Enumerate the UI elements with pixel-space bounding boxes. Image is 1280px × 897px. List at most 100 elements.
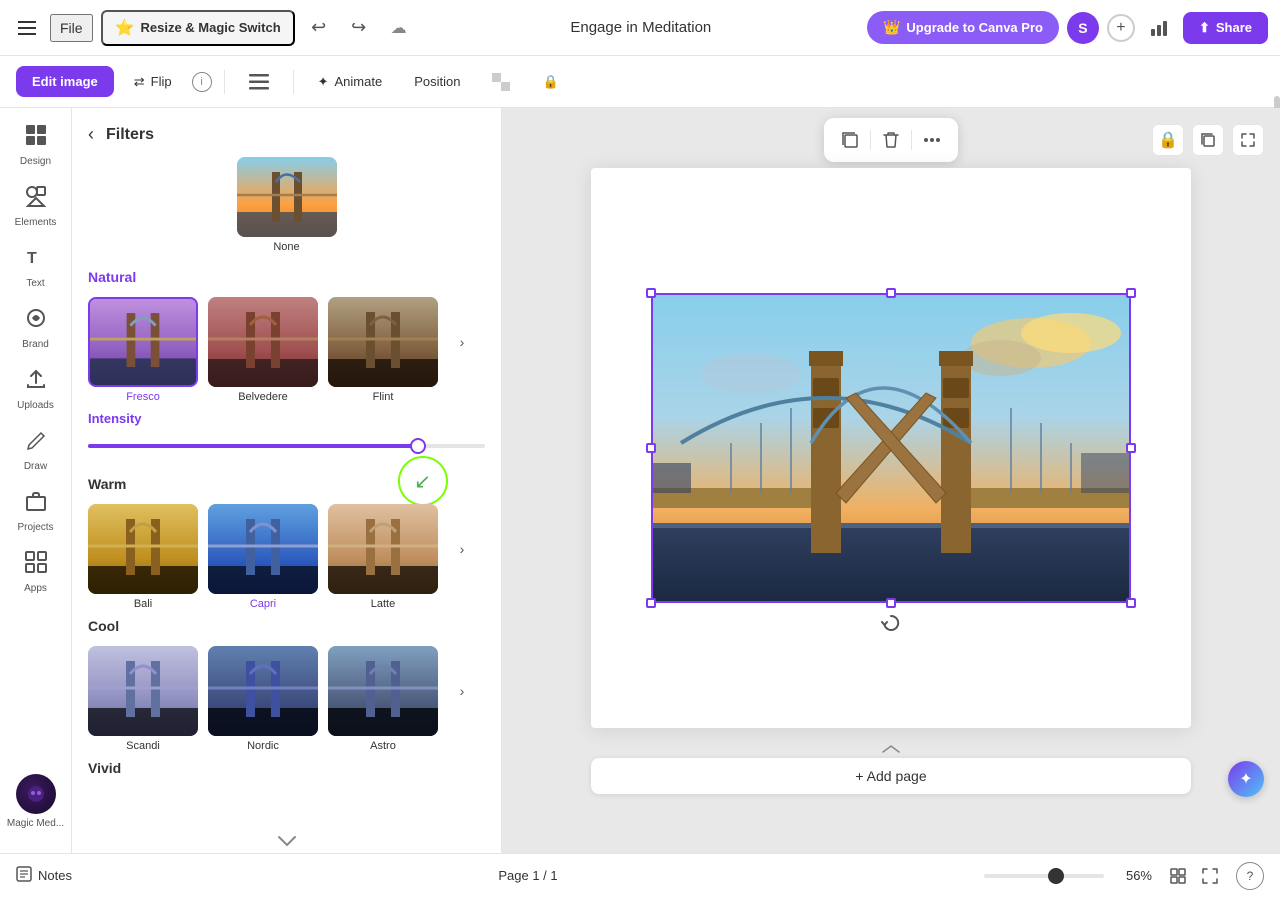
magic-circle-button[interactable]: ✦ — [1228, 761, 1264, 797]
cool-filter-next[interactable]: › — [448, 646, 476, 736]
sidebar-item-draw[interactable]: Draw — [0, 421, 71, 480]
add-collaborator-button[interactable]: + — [1107, 14, 1135, 42]
redo-button[interactable]: ↪ — [343, 12, 375, 44]
filter-none-label: None — [273, 241, 299, 253]
save-cloud-button[interactable]: ☁ — [383, 12, 415, 44]
hamburger-menu[interactable] — [12, 15, 42, 41]
natural-filter-next[interactable]: › — [448, 297, 476, 387]
filter-nordic[interactable]: Nordic — [208, 646, 318, 752]
edit-image-button[interactable]: Edit image — [16, 66, 114, 97]
resize-handle-tm[interactable] — [886, 288, 896, 298]
intensity-label: Intensity — [88, 411, 485, 426]
resize-handle-bl[interactable] — [646, 598, 656, 608]
filter-latte[interactable]: Latte — [328, 504, 438, 610]
resize-handle-bm[interactable] — [886, 598, 896, 608]
filter-fresco[interactable]: Fresco — [88, 297, 198, 403]
sidebar-item-projects[interactable]: Projects — [0, 482, 71, 541]
transparency-button[interactable] — [480, 67, 522, 97]
intensity-thumb[interactable] — [410, 438, 426, 454]
filter-belvedere-label: Belvedere — [238, 391, 288, 403]
filters-header: ‹ Filters — [72, 108, 501, 157]
lock-canvas-button[interactable]: 🔒 — [1152, 124, 1184, 156]
intensity-track — [88, 444, 485, 448]
notes-label: Notes — [38, 868, 72, 883]
cool-filter-grid: Scandi — [88, 646, 485, 752]
document-title-input[interactable] — [491, 15, 791, 40]
analytics-button[interactable] — [1143, 12, 1175, 44]
sidebar-item-uploads[interactable]: Uploads — [0, 360, 71, 419]
position-button[interactable]: Position — [402, 68, 472, 95]
filter-capri[interactable]: Capri — [208, 504, 318, 610]
text-label: Text — [26, 278, 44, 289]
bottombar: Notes Page 1 / 1 56% ? — [0, 853, 1280, 897]
ft-copy-button[interactable] — [834, 124, 866, 156]
ft-more-button[interactable] — [916, 124, 948, 156]
filter-scandi-label: Scandi — [126, 740, 160, 752]
resize-handle-mr[interactable] — [1126, 443, 1136, 453]
natural-filter-grid: Fresco — [88, 297, 485, 403]
help-button[interactable]: ? — [1236, 862, 1264, 890]
user-avatar[interactable]: S — [1067, 12, 1099, 44]
info-button[interactable]: i — [192, 72, 212, 92]
notes-button[interactable]: Notes — [16, 866, 72, 885]
upgrade-button[interactable]: 👑 Upgrade to Canva Pro — [867, 11, 1059, 44]
resize-handle-br[interactable] — [1126, 598, 1136, 608]
filter-scandi[interactable]: Scandi — [88, 646, 198, 752]
filter-bali[interactable]: Bali — [88, 504, 198, 610]
design-label: Design — [20, 156, 51, 167]
sidebar-item-magic-med[interactable]: Magic Med... — [3, 766, 68, 837]
zoom-slider[interactable] — [984, 874, 1104, 878]
animate-icon: ✦ — [318, 74, 329, 90]
uploads-label: Uploads — [17, 400, 54, 411]
resize-handle-ml[interactable] — [646, 443, 656, 453]
file-menu[interactable]: File — [50, 14, 93, 42]
sidebar-item-text[interactable]: T Text — [0, 238, 71, 297]
star-icon: ⭐ — [115, 18, 135, 38]
rotate-handle[interactable] — [881, 613, 901, 633]
filter-nordic-label: Nordic — [247, 740, 279, 752]
filters-scroll[interactable]: None Natural — [72, 157, 501, 829]
scroll-down-button[interactable] — [72, 829, 501, 853]
canvas-page — [591, 168, 1191, 728]
flip-label: Flip — [151, 74, 172, 89]
filter-bali-label: Bali — [134, 598, 152, 610]
topbar-left: File ⭐ Resize & Magic Switch ↩ ↪ ☁ — [12, 10, 415, 46]
resize-magic-label: Resize & Magic Switch — [140, 20, 280, 35]
filter-flint[interactable]: Flint — [328, 297, 438, 403]
lines-button[interactable] — [237, 68, 281, 96]
filter-fresco-label: Fresco — [126, 391, 160, 403]
resize-handle-tr[interactable] — [1126, 288, 1136, 298]
add-page-button[interactable]: + Add page — [591, 758, 1191, 794]
expand-canvas-button[interactable] — [1232, 124, 1264, 156]
lock-button[interactable]: 🔒 — [530, 68, 570, 96]
resize-magic-button[interactable]: ⭐ Resize & Magic Switch — [101, 10, 295, 46]
resize-handle-tl[interactable] — [646, 288, 656, 298]
fullscreen-button[interactable] — [1196, 862, 1224, 890]
topbar-center — [423, 15, 859, 40]
draw-label: Draw — [24, 461, 47, 472]
intensity-slider[interactable]: ↙ — [88, 436, 485, 456]
warm-filter-next[interactable]: › — [448, 504, 476, 594]
sidebar-item-elements[interactable]: Elements — [0, 177, 71, 236]
ft-delete-button[interactable] — [875, 124, 907, 156]
selected-image[interactable] — [651, 293, 1131, 603]
brand-label: Brand — [22, 339, 49, 350]
grid-view-button[interactable] — [1164, 862, 1192, 890]
flip-button[interactable]: ⇄ Flip — [122, 68, 184, 96]
undo-button[interactable]: ↩ — [303, 12, 335, 44]
animate-button[interactable]: ✦ Animate — [306, 68, 395, 96]
sidebar-item-apps[interactable]: Apps — [0, 543, 71, 602]
filter-belvedere[interactable]: Belvedere — [208, 297, 318, 403]
share-button[interactable]: ⬆ Share — [1183, 12, 1268, 44]
canvas-area: 🔒 — [502, 108, 1280, 853]
zoom-thumb[interactable] — [1048, 868, 1064, 884]
copy-canvas-button[interactable] — [1192, 124, 1224, 156]
filter-astro[interactable]: Astro — [328, 646, 438, 752]
back-button[interactable]: ‹ — [88, 124, 94, 145]
filter-none-item[interactable]: None — [88, 157, 485, 253]
cool-title: Cool — [88, 618, 485, 634]
canvas-image-placeholder — [651, 293, 1131, 603]
sidebar-item-design[interactable]: Design — [0, 116, 71, 175]
show-pages-bar[interactable] — [591, 744, 1191, 754]
sidebar-item-brand[interactable]: Brand — [0, 299, 71, 358]
